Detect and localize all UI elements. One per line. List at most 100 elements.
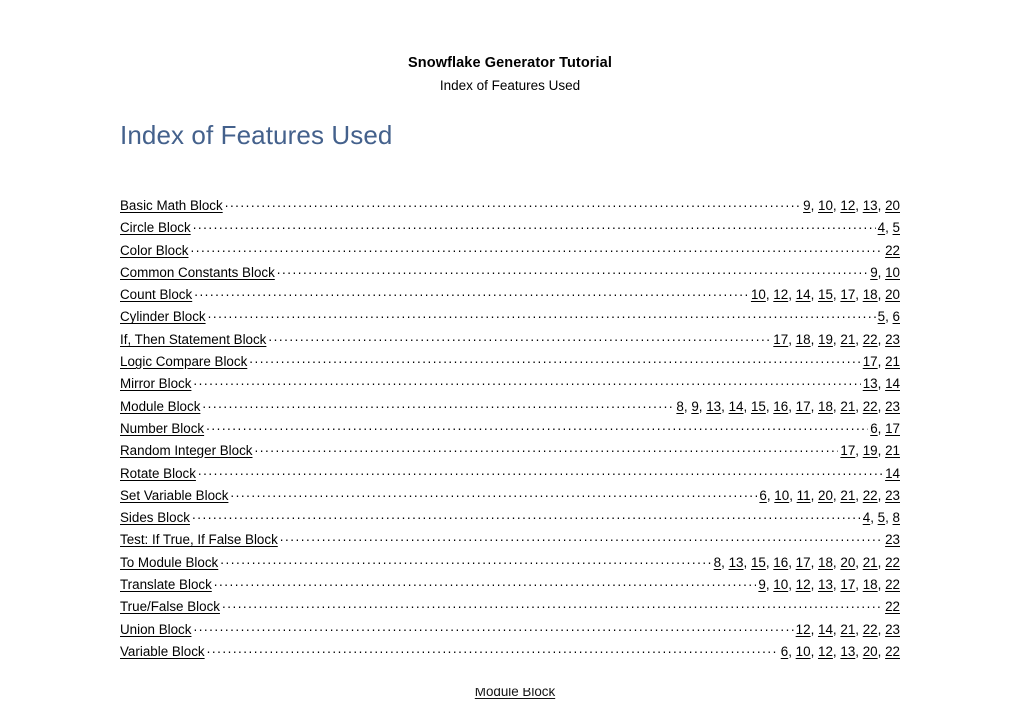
page-number-link[interactable]: 10	[773, 577, 788, 592]
index-entry-link[interactable]: Mirror Block	[120, 376, 191, 391]
page-number-link[interactable]: 10	[818, 198, 833, 213]
page-number-link[interactable]: 14	[729, 399, 744, 414]
page-number-link[interactable]: 14	[885, 466, 900, 481]
page-number-link[interactable]: 13	[818, 577, 833, 592]
page-number-link[interactable]: 13	[840, 644, 855, 659]
page-number-link[interactable]: 15	[818, 287, 833, 302]
page-number-link[interactable]: 17	[796, 555, 811, 570]
index-entry-pages[interactable]: 23	[885, 532, 900, 547]
index-entry-link[interactable]: True/False Block	[120, 599, 220, 614]
page-number-link[interactable]: 23	[885, 399, 900, 414]
page-number-link[interactable]: 21	[840, 399, 855, 414]
page-number-link[interactable]: 15	[751, 555, 766, 570]
index-entry[interactable]: True/False Block 22	[120, 598, 900, 620]
index-entry-pages[interactable]: 4, 5, 8	[863, 510, 900, 525]
page-number-link[interactable]: 16	[773, 555, 788, 570]
page-number-link[interactable]: 21	[840, 488, 855, 503]
index-entry-link[interactable]: Set Variable Block	[120, 488, 228, 503]
index-entry[interactable]: To Module Block 8, 13, 15, 16, 17, 18, 20…	[120, 554, 900, 576]
page-number-link[interactable]: 23	[885, 532, 900, 547]
page-number-link[interactable]: 21	[840, 622, 855, 637]
index-entry-pages[interactable]: 9, 10, 12, 13, 17, 18, 22	[758, 577, 900, 592]
index-entry-link[interactable]: Basic Math Block	[120, 198, 223, 213]
page-number-link[interactable]: 21	[863, 555, 878, 570]
index-entry[interactable]: Translate Block 9, 10, 12, 13, 17, 18, 22	[120, 576, 900, 598]
index-entry-link[interactable]: Count Block	[120, 287, 192, 302]
page-number-link[interactable]: 20	[885, 198, 900, 213]
index-entry[interactable]: Random Integer Block 17, 19, 21	[120, 442, 900, 464]
page-number-link[interactable]: 12	[796, 577, 811, 592]
index-entry-link[interactable]: Circle Block	[120, 220, 191, 235]
index-entry-pages[interactable]: 10, 12, 14, 15, 17, 18, 20	[751, 287, 900, 302]
page-number-link[interactable]: 21	[885, 443, 900, 458]
page-number-link[interactable]: 22	[885, 599, 900, 614]
page-number-link[interactable]: 12	[818, 644, 833, 659]
index-entry-link[interactable]: Common Constants Block	[120, 265, 275, 280]
index-entry-link[interactable]: Module Block	[120, 399, 200, 414]
page-number-link[interactable]: 5	[878, 510, 885, 525]
page-number-link[interactable]: 9	[870, 265, 877, 280]
index-entry[interactable]: Set Variable Block 6, 10, 11, 20, 21, 22,…	[120, 487, 900, 509]
page-number-link[interactable]: 9	[691, 399, 698, 414]
page-number-link[interactable]: 22	[863, 622, 878, 637]
index-entry[interactable]: Basic Math Block 9, 10, 12, 13, 20	[120, 197, 900, 219]
index-entry-pages[interactable]: 8, 13, 15, 16, 17, 18, 20, 21, 22	[714, 555, 900, 570]
page-number-link[interactable]: 8	[893, 510, 900, 525]
index-entry-link[interactable]: Sides Block	[120, 510, 190, 525]
index-entry-pages[interactable]: 6, 10, 12, 13, 20, 22	[781, 644, 900, 659]
page-number-link[interactable]: 20	[885, 287, 900, 302]
page-number-link[interactable]: 22	[885, 644, 900, 659]
index-entry-pages[interactable]: 17, 18, 19, 21, 22, 23	[773, 332, 900, 347]
index-entry-pages[interactable]: 13, 14	[863, 376, 900, 391]
page-number-link[interactable]: 13	[706, 399, 721, 414]
index-entry-pages[interactable]: 9, 10, 12, 13, 20	[803, 198, 900, 213]
page-number-link[interactable]: 22	[885, 243, 900, 258]
page-number-link[interactable]: 17	[840, 287, 855, 302]
page-number-link[interactable]: 23	[885, 622, 900, 637]
index-entry-pages[interactable]: 17, 19, 21	[840, 443, 900, 458]
page-number-link[interactable]: 8	[676, 399, 683, 414]
index-entry-link[interactable]: Translate Block	[120, 577, 212, 592]
page-number-link[interactable]: 5	[893, 220, 900, 235]
index-entry[interactable]: Union Block 12, 14, 21, 22, 23	[120, 621, 900, 643]
page-number-link[interactable]: 18	[863, 577, 878, 592]
page-number-link[interactable]: 21	[885, 354, 900, 369]
index-entry-pages[interactable]: 22	[885, 243, 900, 258]
index-entry[interactable]: Sides Block 4, 5, 8	[120, 509, 900, 531]
page-number-link[interactable]: 17	[863, 354, 878, 369]
index-entry-link[interactable]: Color Block	[120, 243, 188, 258]
index-entry[interactable]: Module Block 8, 9, 13, 14, 15, 16, 17, 18…	[120, 398, 900, 420]
page-number-link[interactable]: 18	[818, 555, 833, 570]
page-number-link[interactable]: 22	[863, 332, 878, 347]
page-number-link[interactable]: 14	[885, 376, 900, 391]
page-number-link[interactable]: 10	[796, 644, 811, 659]
page-number-link[interactable]: 13	[729, 555, 744, 570]
page-number-link[interactable]: 6	[870, 421, 877, 436]
page-number-link[interactable]: 12	[840, 198, 855, 213]
page-number-link[interactable]: 8	[714, 555, 721, 570]
page-number-link[interactable]: 22	[863, 399, 878, 414]
index-entry[interactable]: If, Then Statement Block 17, 18, 19, 21, …	[120, 331, 900, 353]
index-entry-pages[interactable]: 8, 9, 13, 14, 15, 16, 17, 18, 21, 22, 23	[676, 399, 900, 414]
index-entry-link[interactable]: Logic Compare Block	[120, 354, 247, 369]
index-entry[interactable]: Test: If True, If False Block 23	[120, 531, 900, 553]
index-entry-pages[interactable]: 4, 5	[878, 220, 900, 235]
page-number-link[interactable]: 12	[796, 622, 811, 637]
index-entry-link[interactable]: Number Block	[120, 421, 204, 436]
page-number-link[interactable]: 17	[796, 399, 811, 414]
index-entry-link[interactable]: If, Then Statement Block	[120, 332, 266, 347]
index-entry-pages[interactable]: 5, 6	[878, 309, 900, 324]
page-number-link[interactable]: 13	[863, 198, 878, 213]
index-entry-pages[interactable]: 22	[885, 599, 900, 614]
page-number-link[interactable]: 11	[797, 488, 811, 503]
index-entry[interactable]: Logic Compare Block 17, 21	[120, 353, 900, 375]
page-number-link[interactable]: 20	[863, 644, 878, 659]
page-number-link[interactable]: 6	[759, 488, 766, 503]
page-number-link[interactable]: 12	[773, 287, 788, 302]
index-entry[interactable]: Number Block 6, 17	[120, 420, 900, 442]
page-number-link[interactable]: 10	[885, 265, 900, 280]
page-number-link[interactable]: 13	[863, 376, 878, 391]
index-entry-link[interactable]: Cylinder Block	[120, 309, 206, 324]
index-entry-link[interactable]: Random Integer Block	[120, 443, 253, 458]
index-entry-pages[interactable]: 14	[885, 466, 900, 481]
